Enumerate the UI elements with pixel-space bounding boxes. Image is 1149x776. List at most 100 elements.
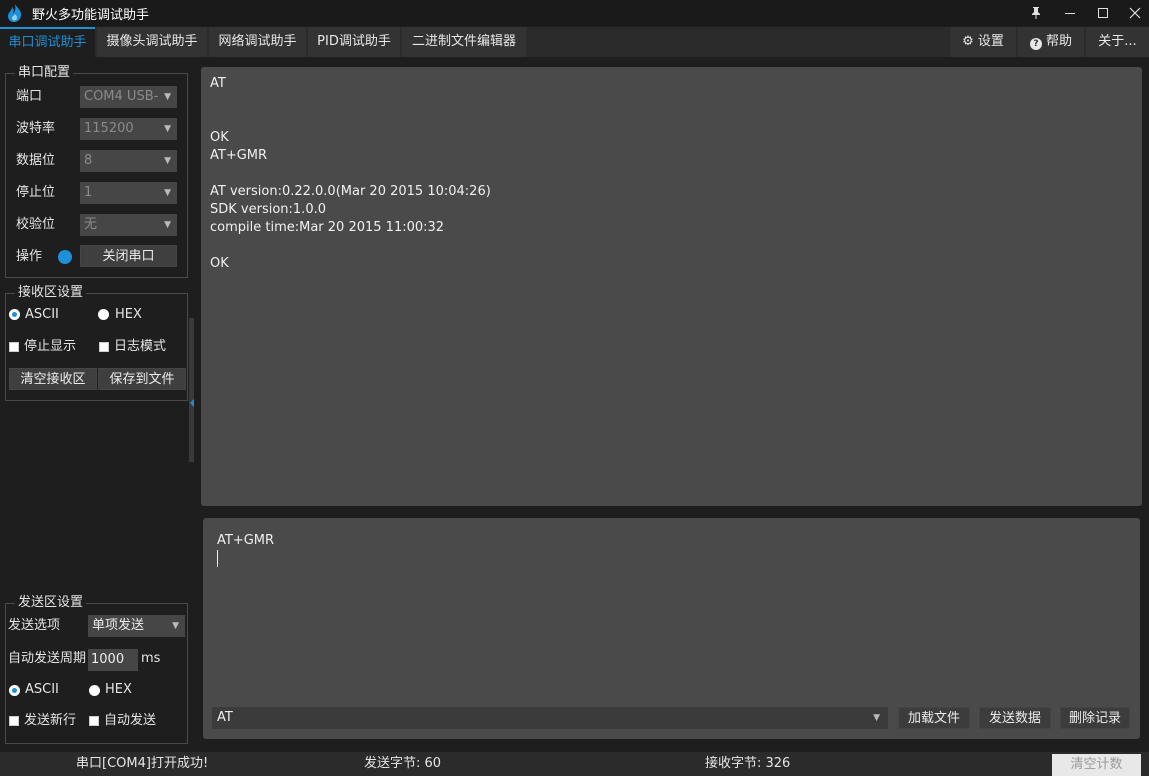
send-ascii-label: ASCII bbox=[25, 682, 59, 697]
period-label: 自动发送周期 bbox=[8, 651, 87, 666]
databits-label: 数据位 bbox=[16, 153, 56, 168]
close-port-button[interactable]: 关闭串口 bbox=[80, 245, 177, 267]
recv-ascii-label: ASCII bbox=[25, 307, 59, 322]
port-status-text: 串口[COM4]打开成功! bbox=[76, 756, 209, 771]
send-hex-label: HEX bbox=[105, 682, 132, 697]
receive-settings-title: 接收区设置 bbox=[15, 285, 87, 301]
app-title: 野火多功能调试助手 bbox=[32, 8, 150, 23]
send-option-label: 发送选项 bbox=[8, 618, 61, 633]
databits-select[interactable]: 8 ▼ bbox=[80, 150, 177, 172]
send-history-select[interactable]: AT ▼ bbox=[212, 707, 888, 729]
stopbits-label: 停止位 bbox=[16, 185, 56, 200]
recv-hex-radio[interactable] bbox=[98, 309, 109, 320]
received-bytes-text: 接收字节: 326 bbox=[705, 756, 791, 771]
auto-send-checkbox[interactable] bbox=[89, 716, 99, 726]
title-bar: 野火多功能调试助手 bbox=[0, 0, 1149, 26]
clear-count-button[interactable]: 清空计数 bbox=[1052, 754, 1141, 776]
log-mode-label: 日志模式 bbox=[114, 339, 167, 354]
dropdown-arrow-icon: ▼ bbox=[164, 92, 171, 102]
collapse-arrow-icon[interactable] bbox=[190, 399, 194, 407]
send-data-button[interactable]: 发送数据 bbox=[979, 707, 1051, 729]
send-history-value: AT bbox=[217, 710, 233, 725]
recv-hex-label: HEX bbox=[115, 307, 142, 322]
period-unit: ms bbox=[141, 651, 161, 666]
tab-camera-assistant[interactable]: 摄像头调试助手 bbox=[97, 27, 207, 57]
help-button[interactable]: ? 帮助 bbox=[1018, 27, 1084, 57]
receive-line: AT version:0.22.0.0(Mar 20 2015 10:04:26… bbox=[210, 184, 491, 199]
clear-receive-button[interactable]: 清空接收区 bbox=[9, 368, 97, 390]
send-hex-radio[interactable] bbox=[89, 685, 100, 696]
operation-label: 操作 bbox=[16, 249, 43, 264]
receive-line: OK bbox=[210, 130, 229, 145]
baud-label: 波特率 bbox=[16, 121, 56, 136]
databits-value: 8 bbox=[84, 153, 93, 168]
dropdown-arrow-icon: ▼ bbox=[164, 124, 171, 134]
auto-send-label: 自动发送 bbox=[104, 713, 157, 728]
stopbits-select[interactable]: 1 ▼ bbox=[80, 182, 177, 204]
about-button[interactable]: 关于... bbox=[1086, 27, 1149, 57]
settings-label: 设置 bbox=[977, 34, 1004, 49]
send-option-value: 单项发送 bbox=[92, 618, 145, 633]
receive-area[interactable]: AT OK AT+GMR AT version:0.22.0.0(Mar 20 … bbox=[201, 67, 1142, 506]
port-value: COM4 USB- bbox=[84, 89, 159, 104]
receive-line: SDK version:1.0.0 bbox=[210, 202, 326, 217]
sent-bytes-text: 发送字节: 60 bbox=[364, 756, 442, 771]
port-select[interactable]: COM4 USB- ▼ bbox=[80, 86, 177, 108]
baud-select[interactable]: 115200 ▼ bbox=[80, 118, 177, 140]
port-label: 端口 bbox=[16, 89, 43, 104]
gear-icon: ⚙ bbox=[962, 34, 974, 49]
period-input[interactable]: 1000 bbox=[88, 649, 138, 671]
delete-history-button[interactable]: 删除记录 bbox=[1060, 707, 1130, 729]
tab-binary-editor[interactable]: 二进制文件编辑器 bbox=[402, 27, 526, 57]
serial-config-title: 串口配置 bbox=[15, 65, 74, 81]
send-option-select[interactable]: 单项发送 ▼ bbox=[88, 615, 185, 637]
serial-config-group: 串口配置 端口 COM4 USB- ▼ 波特率 115200 ▼ 数据位 8 ▼… bbox=[5, 65, 188, 278]
receive-line bbox=[210, 165, 1133, 183]
send-newline-label: 发送新行 bbox=[24, 713, 77, 728]
receive-settings-group: 接收区设置 ASCII HEX 停止显示 日志模式 清空接收区 保存到文件 bbox=[5, 285, 188, 401]
receive-line bbox=[210, 237, 1133, 255]
dropdown-arrow-icon: ▼ bbox=[873, 713, 880, 723]
send-text-input[interactable]: AT+GMR bbox=[217, 532, 274, 550]
send-area: AT+GMR AT ▼ 加载文件 发送数据 删除记录 bbox=[203, 518, 1140, 739]
stopbits-value: 1 bbox=[84, 185, 93, 200]
text-caret bbox=[217, 550, 218, 567]
dropdown-arrow-icon: ▼ bbox=[164, 156, 171, 166]
send-newline-checkbox[interactable] bbox=[9, 716, 19, 726]
receive-line: AT bbox=[210, 76, 226, 91]
minimize-icon[interactable] bbox=[1055, 2, 1085, 24]
load-file-button[interactable]: 加载文件 bbox=[898, 707, 970, 729]
receive-line bbox=[210, 111, 1133, 129]
send-settings-title: 发送区设置 bbox=[15, 595, 87, 611]
send-ascii-radio[interactable] bbox=[9, 685, 20, 696]
receive-line bbox=[210, 93, 1133, 111]
port-status-led bbox=[58, 250, 72, 264]
parity-value: 无 bbox=[84, 217, 98, 232]
recv-ascii-radio[interactable] bbox=[9, 309, 20, 320]
tab-bar: 串口调试助手 摄像头调试助手 网络调试助手 PID调试助手 二进制文件编辑器 ⚙… bbox=[0, 27, 1149, 57]
stop-display-label: 停止显示 bbox=[24, 339, 77, 354]
parity-label: 校验位 bbox=[16, 217, 56, 232]
flame-logo-icon bbox=[8, 4, 22, 22]
pin-icon[interactable] bbox=[1021, 2, 1051, 24]
dropdown-arrow-icon: ▼ bbox=[172, 621, 179, 631]
close-icon[interactable] bbox=[1120, 2, 1149, 24]
help-label: 帮助 bbox=[1045, 34, 1072, 49]
receive-line: compile time:Mar 20 2015 11:00:32 bbox=[210, 220, 445, 235]
dropdown-arrow-icon: ▼ bbox=[164, 220, 171, 230]
save-to-file-button[interactable]: 保存到文件 bbox=[98, 368, 186, 390]
tab-pid-assistant[interactable]: PID调试助手 bbox=[308, 27, 400, 57]
receive-line: AT+GMR bbox=[210, 148, 268, 163]
tab-serial-assistant[interactable]: 串口调试助手 bbox=[0, 27, 95, 57]
send-settings-group: 发送区设置 发送选项 单项发送 ▼ 自动发送周期 1000 ms ASCII H… bbox=[5, 595, 188, 744]
tab-network-assistant[interactable]: 网络调试助手 bbox=[209, 27, 306, 57]
dropdown-arrow-icon: ▼ bbox=[164, 188, 171, 198]
baud-value: 115200 bbox=[84, 121, 134, 136]
maximize-icon[interactable] bbox=[1088, 2, 1118, 24]
status-bar: 串口[COM4]打开成功! 发送字节: 60 接收字节: 326 清空计数 bbox=[0, 752, 1149, 776]
panel-splitter[interactable] bbox=[189, 318, 194, 462]
stop-display-checkbox[interactable] bbox=[9, 342, 19, 352]
settings-button[interactable]: ⚙ 设置 bbox=[950, 27, 1016, 57]
log-mode-checkbox[interactable] bbox=[99, 342, 109, 352]
parity-select[interactable]: 无 ▼ bbox=[80, 214, 177, 236]
